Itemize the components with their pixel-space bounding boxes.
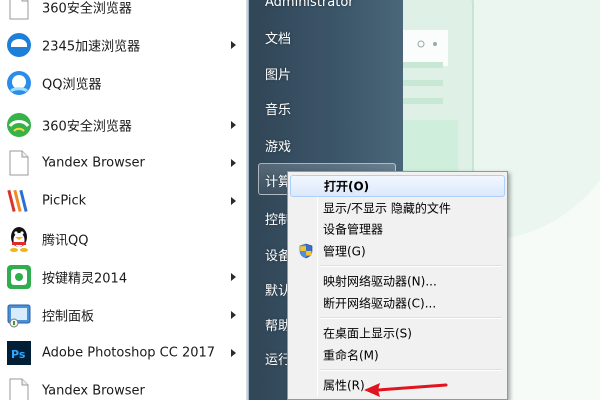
anjian-icon	[4, 262, 34, 292]
menu-item-label: 断开网络驱动器(C)...	[323, 296, 437, 311]
menu-item-manage[interactable]: 管理(G)	[290, 240, 505, 262]
program-label: Adobe Photoshop CC 2017	[42, 345, 216, 361]
file-icon	[4, 0, 34, 22]
programs-list: 360安全浏览器 2345加速浏览器 QQ浏览器 360安全浏览器 Yandex…	[0, 0, 247, 400]
submenu-arrow-icon	[231, 159, 236, 167]
submenu-arrow-icon	[231, 121, 236, 129]
file-icon	[4, 148, 34, 178]
program-item[interactable]: Yandex Browser	[0, 372, 247, 400]
program-item[interactable]: 2345加速浏览器	[0, 26, 247, 64]
menu-separator	[320, 265, 502, 267]
program-item[interactable]: QQ浏览器	[0, 64, 247, 102]
user-name-link[interactable]: Administrator	[265, 0, 354, 10]
program-label: 腾讯QQ	[42, 233, 89, 249]
file-icon	[4, 376, 34, 400]
program-item[interactable]: 360安全浏览器	[0, 106, 247, 144]
submenu-arrow-icon	[231, 41, 236, 49]
menu-separator	[320, 317, 502, 319]
qq-browser-icon	[4, 68, 34, 98]
2345-browser-icon	[4, 30, 34, 60]
context-menu: 打开(O) 显示/不显示 隐藏的文件 设备管理器 管理(G) 映射网络驱动器(N…	[287, 171, 508, 400]
program-label: 360安全浏览器	[42, 119, 132, 135]
menu-item-map-network-drive[interactable]: 映射网络驱动器(N)...	[290, 270, 505, 292]
program-item[interactable]: 360安全浏览器	[0, 0, 247, 26]
menu-item-label: 设备管理器	[323, 222, 384, 237]
menu-item-label: 属性(R)	[323, 378, 365, 393]
program-item[interactable]: Ps Adobe Photoshop CC 2017	[0, 334, 247, 372]
program-item[interactable]: 腾讯QQ	[0, 220, 247, 258]
menu-item-show-hide-hidden-files[interactable]: 显示/不显示 隐藏的文件	[290, 197, 505, 219]
music-link[interactable]: 音乐	[265, 99, 291, 118]
picpick-icon	[4, 186, 34, 216]
submenu-arrow-icon	[231, 311, 236, 319]
qq-penguin-icon	[4, 224, 34, 254]
program-item[interactable]: Yandex Browser	[0, 144, 247, 182]
documents-link[interactable]: 文档	[265, 28, 291, 47]
games-link[interactable]: 游戏	[265, 136, 291, 155]
red-annotation-arrow-icon	[362, 378, 452, 400]
program-label: 按键精灵2014	[42, 271, 128, 287]
menu-item-device-manager[interactable]: 设备管理器	[290, 218, 505, 240]
menu-item-label: 映射网络驱动器(N)...	[323, 274, 437, 289]
menu-separator	[320, 369, 502, 371]
menu-item-label: 管理(G)	[323, 244, 366, 259]
360-browser-icon	[4, 110, 34, 140]
program-label: Yandex Browser	[42, 155, 145, 171]
menu-item-show-on-desktop[interactable]: 在桌面上显示(S)	[290, 322, 505, 344]
submenu-arrow-icon	[231, 349, 236, 357]
pictures-link[interactable]: 图片	[265, 64, 291, 83]
program-label: QQ浏览器	[42, 77, 102, 93]
menu-item-label: 打开(O)	[324, 179, 370, 194]
control-panel-icon	[4, 300, 34, 330]
menu-item-label: 重命名(M)	[323, 348, 379, 363]
program-label: PicPick	[42, 193, 87, 209]
menu-item-open[interactable]: 打开(O)	[290, 175, 505, 197]
svg-text:Ps: Ps	[11, 348, 26, 361]
program-item[interactable]: 控制面板	[0, 296, 247, 334]
program-label: 2345加速浏览器	[42, 39, 141, 55]
program-item[interactable]: PicPick	[0, 182, 247, 220]
menu-item-disconnect-network-drive[interactable]: 断开网络驱动器(C)...	[290, 292, 505, 314]
menu-item-rename[interactable]: 重命名(M)	[290, 344, 505, 366]
menu-item-label: 显示/不显示 隐藏的文件	[323, 201, 451, 216]
photoshop-icon: Ps	[4, 338, 34, 368]
program-label: 控制面板	[42, 309, 95, 325]
menu-item-label: 在桌面上显示(S)	[323, 326, 412, 341]
program-label: 360安全浏览器	[42, 1, 132, 17]
submenu-arrow-icon	[231, 273, 236, 281]
submenu-arrow-icon	[231, 197, 236, 205]
program-label: Yandex Browser	[42, 383, 145, 399]
uac-shield-icon	[298, 243, 314, 259]
program-item[interactable]: 按键精灵2014	[0, 258, 247, 296]
